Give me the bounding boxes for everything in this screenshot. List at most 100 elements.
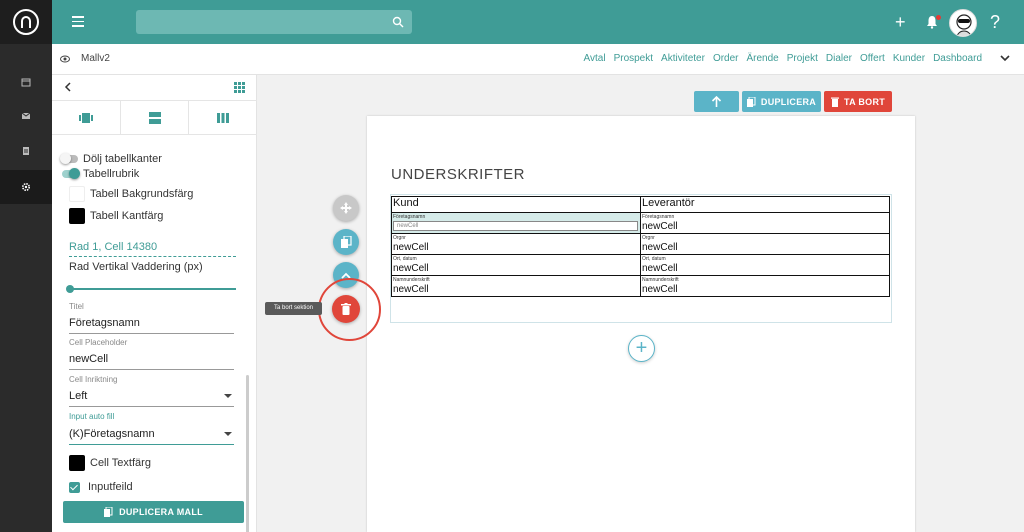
autofill-field-label: Input auto fill <box>69 412 115 421</box>
autofill-select[interactable]: (K)Företagsnamn <box>69 428 234 445</box>
section-title[interactable]: UNDERSKRIFTER <box>391 166 525 183</box>
table-bg-swatch[interactable] <box>69 186 85 202</box>
table-cell-selected[interactable]: Företagsnamn newCell <box>391 212 641 234</box>
document-icon[interactable] <box>0 134 52 168</box>
row-padding-slider[interactable] <box>66 285 236 293</box>
tab-columns-layout[interactable] <box>189 101 257 134</box>
help-icon[interactable]: ? <box>990 10 1000 34</box>
cell-label: Företagsnamn <box>393 214 426 220</box>
inputfield-checkbox[interactable] <box>69 481 80 493</box>
tab-carousel-layout[interactable] <box>52 101 121 134</box>
table-cell[interactable]: Namnunderskrift newCell <box>640 275 890 297</box>
search-input[interactable] <box>136 10 412 34</box>
table-row: Ort, datum newCell Ort, datum newCell <box>391 254 890 276</box>
settings-icon[interactable] <box>0 170 52 204</box>
add-icon[interactable]: + <box>895 10 906 34</box>
slider-handle[interactable] <box>66 285 74 293</box>
trash-icon <box>341 303 351 315</box>
delete-section-fab[interactable] <box>332 295 360 323</box>
nav-link-arende[interactable]: Ärende <box>747 53 779 64</box>
table-border-swatch[interactable] <box>69 208 85 224</box>
inputfield-label: Inputfeild <box>88 481 133 493</box>
columns-icon <box>217 112 230 123</box>
cell-label: Namnunderskrift <box>642 277 679 283</box>
table-bg-color-row[interactable]: Tabell Bakgrundsfärg <box>69 186 193 202</box>
dropdown-caret-icon <box>224 432 232 436</box>
avatar[interactable] <box>949 9 977 37</box>
table-cell[interactable]: Orgnr newCell <box>391 233 641 255</box>
table-cell[interactable]: Ort, datum newCell <box>640 254 890 276</box>
eye-icon[interactable] <box>60 55 70 63</box>
table-cell[interactable]: Namnunderskrift newCell <box>391 275 641 297</box>
cell-label: Orgnr <box>393 235 406 241</box>
table-cell[interactable]: Orgnr newCell <box>640 233 890 255</box>
header-cell-customer[interactable]: Kund <box>391 196 641 213</box>
placeholder-field[interactable]: newCell <box>69 353 234 370</box>
inputfield-checkbox-row[interactable]: Inputfeild <box>69 481 133 493</box>
add-section-button[interactable]: + <box>628 335 655 362</box>
nav-link-dialer[interactable]: Dialer <box>826 53 852 64</box>
nav-link-offert[interactable]: Offert <box>860 53 885 64</box>
cell-value: newCell <box>642 284 678 295</box>
table-row: Namnunderskrift newCell Namnunderskrift … <box>391 275 890 297</box>
autofill-select-value: (K)Företagsnamn <box>69 428 155 440</box>
move-section-button[interactable] <box>333 195 359 221</box>
dropdown-caret-icon <box>224 394 232 398</box>
menu-icon[interactable] <box>72 16 84 27</box>
nav-link-aktiviteter[interactable]: Aktiviteter <box>661 53 705 64</box>
search-icon <box>392 16 404 28</box>
duplicate-template-label: DUPLICERA MALL <box>119 507 203 517</box>
table-row: Orgnr newCell Orgnr newCell <box>391 233 890 255</box>
cell-text-color-row[interactable]: Cell Textfärg <box>69 455 151 471</box>
nav-link-kunder[interactable]: Kunder <box>893 53 925 64</box>
title-field-label: Titel <box>69 302 84 311</box>
move-section-up-button[interactable] <box>694 91 739 112</box>
align-select[interactable]: Left <box>69 390 234 407</box>
table-bg-label: Tabell Bakgrundsfärg <box>90 188 194 200</box>
table-header-row: Kund Leverantör <box>391 196 890 213</box>
duplicate-section-label: DUPLICERA <box>760 96 817 107</box>
grid-icon[interactable] <box>234 82 245 93</box>
table-header-toggle-row[interactable]: Tabellrubrik <box>62 168 139 180</box>
calendar-icon[interactable] <box>0 65 52 99</box>
nav-link-prospekt[interactable]: Prospekt <box>614 53 653 64</box>
table-border-label: Tabell Kantfärg <box>90 210 164 222</box>
hide-borders-toggle-row[interactable]: Dölj tabellkanter <box>60 153 162 165</box>
chevron-down-icon[interactable] <box>1000 54 1010 62</box>
rows-icon <box>148 111 161 124</box>
nav-link-avtal[interactable]: Avtal <box>584 53 606 64</box>
hide-borders-label: Dölj tabellkanter <box>83 153 162 165</box>
app-logo[interactable] <box>0 0 52 44</box>
table-row: Företagsnamn newCell Företagsnamn newCel… <box>391 212 890 234</box>
delete-section-tooltip: Ta bort sektion <box>265 302 322 315</box>
notification-badge <box>936 15 941 20</box>
cell-text-color-swatch[interactable] <box>69 455 85 471</box>
selected-cell-label: Rad 1, Cell 14380 <box>69 241 158 253</box>
mail-icon[interactable] <box>0 99 52 133</box>
duplicate-template-button[interactable]: DUPLICERA MALL <box>63 501 244 523</box>
tab-rows-layout[interactable] <box>121 101 190 134</box>
panel-scrollbar[interactable] <box>246 375 249 532</box>
cell-value: newCell <box>642 221 678 232</box>
panel-scroll-area[interactable]: Dölj tabellkanter Tabellrubrik Tabell Ba… <box>52 135 257 532</box>
table-border-color-row[interactable]: Tabell Kantfärg <box>69 208 163 224</box>
hide-borders-toggle[interactable] <box>60 153 78 164</box>
cell-label: Namnunderskrift <box>393 277 430 283</box>
back-icon[interactable] <box>64 82 72 92</box>
copy-section-button[interactable] <box>333 229 359 255</box>
cell-label: Företagsnamn <box>642 214 675 220</box>
title-field[interactable]: Företagsnamn <box>69 317 234 334</box>
cell-value: newCell <box>393 263 429 274</box>
header-cell-supplier[interactable]: Leverantör <box>640 196 890 213</box>
module-links: Avtal Prospekt Aktiviteter Order Ärende … <box>584 53 983 64</box>
table-cell[interactable]: Företagsnamn newCell <box>640 212 890 234</box>
table-header-toggle[interactable] <box>62 168 80 179</box>
cell-input-field[interactable]: newCell <box>393 221 638 231</box>
nav-link-projekt[interactable]: Projekt <box>787 53 818 64</box>
nav-link-dashboard[interactable]: Dashboard <box>933 53 982 64</box>
duplicate-section-button[interactable]: DUPLICERA <box>742 91 821 112</box>
nav-link-order[interactable]: Order <box>713 53 739 64</box>
table-cell[interactable]: Ort, datum newCell <box>391 254 641 276</box>
move-icon <box>340 202 352 214</box>
delete-section-button[interactable]: TA BORT <box>824 91 892 112</box>
